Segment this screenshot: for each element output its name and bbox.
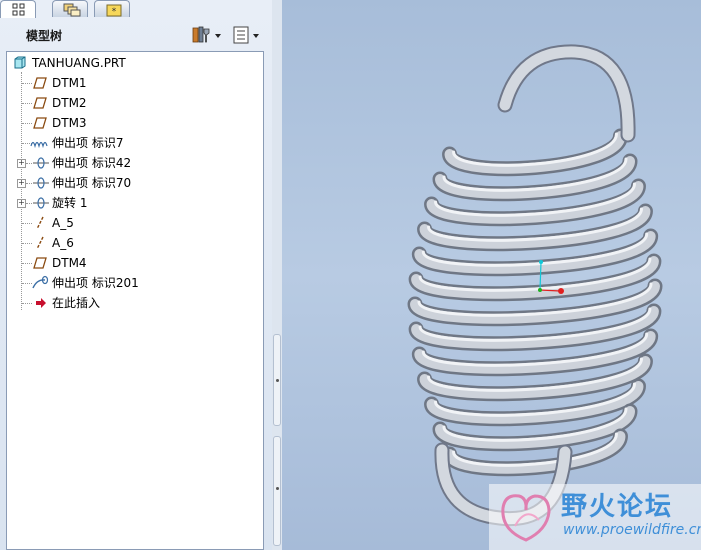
tree-item-label: 在此插入 — [52, 296, 101, 310]
datum-axis-icon — [36, 216, 44, 230]
tree-connector — [22, 243, 32, 244]
tree-tools-button[interactable] — [190, 25, 224, 45]
favorites-tab[interactable]: * — [94, 0, 130, 17]
tools-icon — [192, 26, 221, 43]
datum-plane-icon — [33, 257, 47, 269]
tree-item-label: DTM1 — [52, 76, 87, 90]
tree-connector — [22, 303, 32, 304]
spring-model[interactable] — [282, 0, 701, 550]
forum-watermark: 野火论坛 www.proewildfire.cn — [489, 484, 701, 550]
datum-plane-icon — [33, 77, 47, 89]
tree-item-label: A_6 — [52, 236, 74, 250]
tree-item-label: DTM3 — [52, 116, 87, 130]
part-icon — [14, 56, 26, 69]
splitter-grip-upper[interactable] — [273, 334, 281, 426]
star-folder-icon: * — [106, 4, 122, 17]
protrusion-revolve-icon — [33, 157, 49, 169]
tree-connector — [22, 83, 32, 84]
tree-settings-button[interactable] — [231, 25, 265, 45]
model-tree-tab[interactable] — [0, 0, 36, 18]
layers-icon — [63, 3, 81, 17]
expand-toggle[interactable]: + — [17, 159, 26, 168]
tree-item-label: A_5 — [52, 216, 74, 230]
panel-tabs: * — [0, 0, 272, 18]
tree-connector — [22, 123, 32, 124]
tree-connector — [22, 263, 32, 264]
tree-icon — [12, 3, 25, 16]
protrusion-revolve-icon — [33, 177, 49, 189]
splitter-grip-lower[interactable] — [273, 436, 281, 546]
model-tree: TANHUANG.PRT DTM1 DTM2 DTM3 伸出项 标识7 + 伸出… — [6, 51, 264, 550]
revolve-icon — [33, 197, 49, 209]
tree-connector-line — [21, 72, 22, 310]
tree-item-label: 伸出项 标识201 — [52, 276, 139, 290]
datum-plane-icon — [33, 117, 47, 129]
datum-axis-icon — [36, 236, 44, 250]
tree-item-label: 伸出项 标识7 — [52, 136, 124, 150]
watermark-title: 野火论坛 — [561, 492, 674, 522]
tree-root-label: TANHUANG.PRT — [32, 56, 126, 70]
insert-here-arrow-icon — [36, 298, 46, 308]
model-tree-panel: * 模型树 TANHUANG.PRT DTM1 DTM2 DTM3 伸出项 标识… — [0, 0, 272, 550]
graphics-viewport[interactable] — [282, 0, 701, 550]
protrusion-icon — [30, 141, 48, 149]
expand-toggle[interactable]: + — [17, 179, 26, 188]
tree-item-label: DTM4 — [52, 256, 87, 270]
forum-logo-icon — [501, 494, 551, 542]
tree-item-label: DTM2 — [52, 96, 87, 110]
tree-item-label: 伸出项 标识42 — [52, 156, 132, 170]
tree-item-label: 旋转 1 — [52, 196, 88, 210]
svg-text:*: * — [112, 7, 117, 17]
list-settings-icon — [233, 26, 259, 44]
sweep-icon — [32, 275, 49, 289]
layers-tab[interactable] — [52, 0, 88, 17]
datum-plane-icon — [33, 97, 47, 109]
panel-splitter[interactable] — [272, 0, 282, 550]
watermark-url: www.proewildfire.cn — [563, 522, 701, 538]
expand-toggle[interactable]: + — [17, 199, 26, 208]
panel-title: 模型树 — [26, 29, 63, 43]
tree-connector — [22, 103, 32, 104]
tree-connector — [22, 223, 32, 224]
tree-item-label: 伸出项 标识70 — [52, 176, 132, 190]
